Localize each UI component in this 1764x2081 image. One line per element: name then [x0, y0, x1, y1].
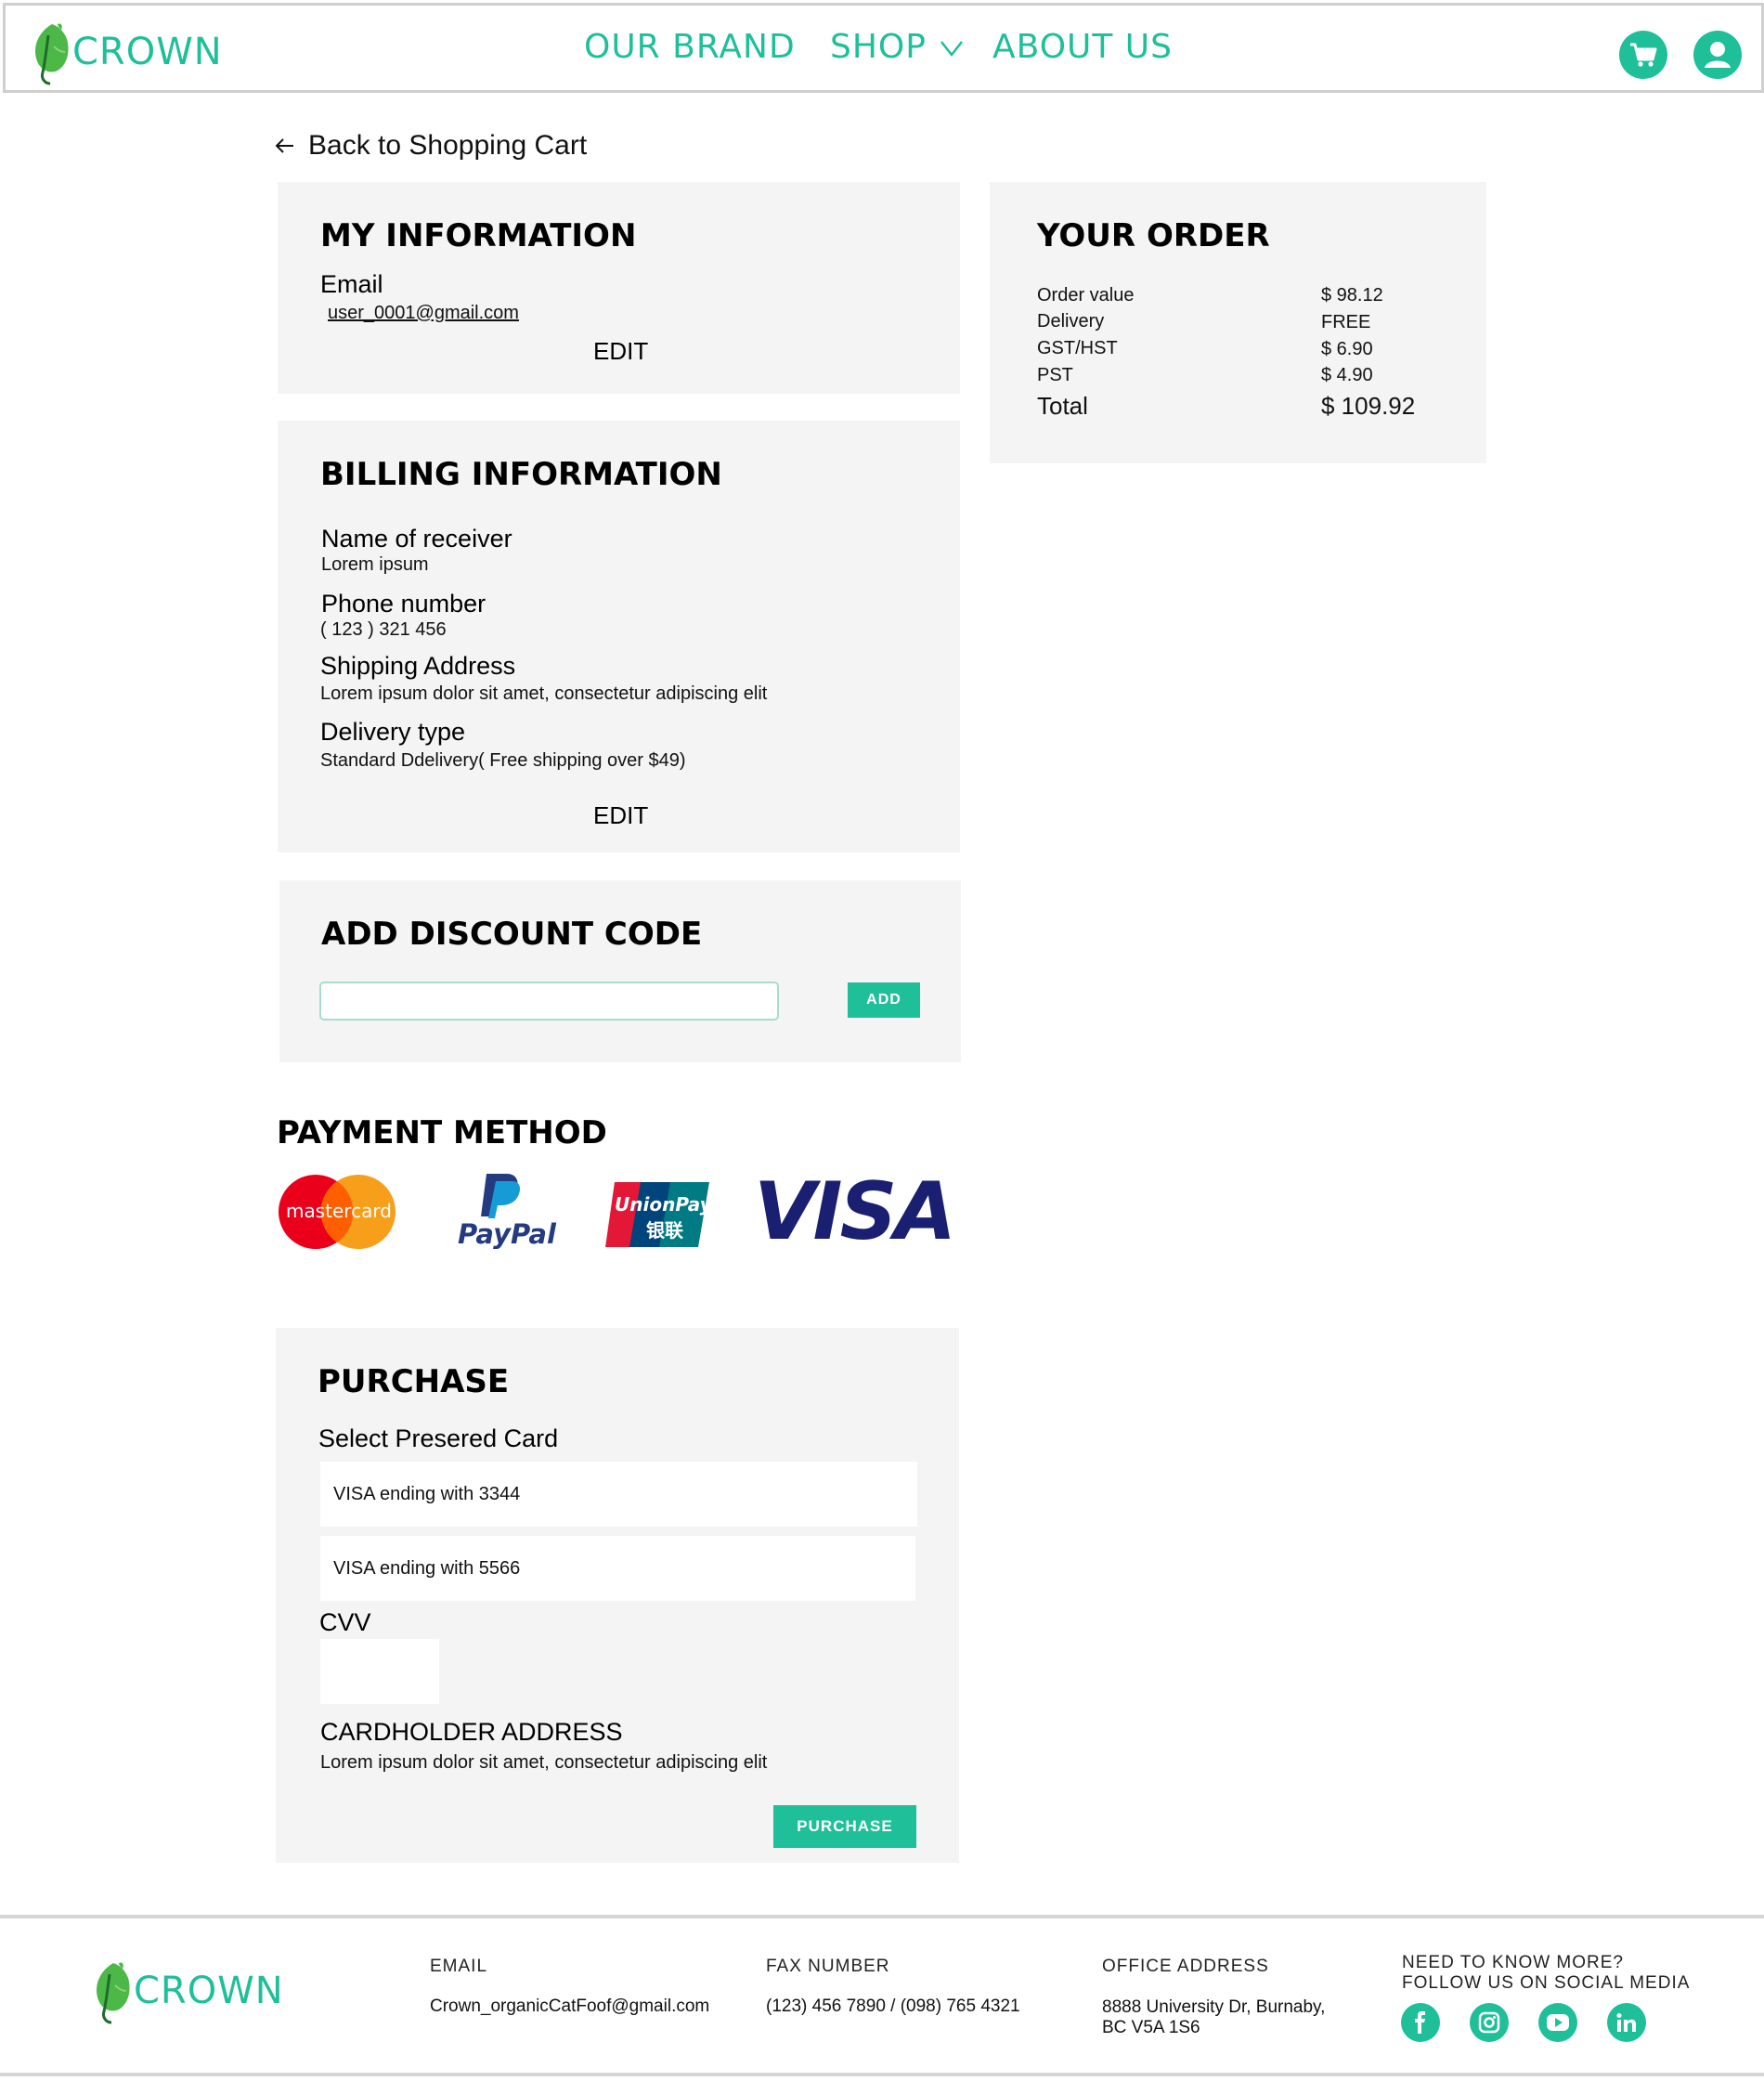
total-label: Total — [1037, 392, 1088, 420]
gst-label: GST/HST — [1037, 338, 1118, 358]
leaf-logo-icon — [34, 23, 69, 85]
delivery-type-label: Delivery type — [320, 718, 466, 746]
linkedin-link[interactable] — [1607, 2003, 1646, 2042]
back-to-cart-link[interactable]: Back to Shopping Cart — [275, 130, 587, 162]
paypal-option[interactable]: PayPal — [455, 1172, 556, 1254]
nav-shop-label: SHOP — [830, 28, 927, 66]
footer-office-heading: OFFICE ADDRESS — [1102, 1957, 1269, 1976]
linkedin-icon — [1616, 2013, 1636, 2032]
edit-my-information-button[interactable]: EDIT — [593, 337, 648, 366]
instagram-icon — [1478, 2011, 1500, 2034]
total-amount: $ 109.92 — [1321, 392, 1416, 420]
mastercard-option[interactable]: mastercard — [277, 1174, 397, 1250]
cvv-input[interactable] — [320, 1639, 439, 1704]
paypal-logo-icon — [481, 1174, 520, 1218]
facebook-link[interactable] — [1401, 2003, 1440, 2042]
footer-logo[interactable]: CROWN — [91, 1957, 284, 2024]
account-button[interactable] — [1693, 31, 1742, 79]
facebook-icon — [1415, 2011, 1425, 2034]
instagram-link[interactable] — [1470, 2003, 1509, 2042]
footer-social-heading-1: NEED TO KNOW MORE? — [1402, 1953, 1624, 1972]
footer-fax-heading: FAX NUMBER — [766, 1957, 890, 1976]
billing-information-title: BILLING INFORMATION — [320, 456, 722, 493]
youtube-icon — [1547, 2014, 1569, 2031]
cart-button[interactable] — [1619, 31, 1667, 79]
saved-card-option[interactable]: VISA ending with 3344 — [320, 1462, 917, 1527]
gst-amount: $ 6.90 — [1321, 339, 1373, 359]
pst-amount: $ 4.90 — [1321, 365, 1373, 385]
phone-value: ( 123 ) 321 456 — [320, 619, 447, 640]
receiver-value: Lorem ipsum — [321, 554, 429, 575]
your-order-panel: YOUR ORDER Order value $ 98.12 Delivery … — [990, 182, 1486, 463]
cart-icon — [1630, 43, 1657, 67]
email-label: Email — [320, 270, 383, 298]
delivery-type-value: Standard Ddelivery( Free shipping over $… — [320, 750, 686, 771]
your-order-title: YOUR ORDER — [1037, 217, 1270, 254]
billing-information-panel: BILLING INFORMATION Name of receiver Lor… — [278, 421, 960, 852]
footer-office-line1: 8888 University Dr, Burnaby, — [1102, 1997, 1326, 2017]
unionpay-option[interactable]: UnionPay 银联 — [603, 1180, 712, 1249]
discount-code-title: ADD DISCOUNT CODE — [321, 916, 703, 953]
chevron-down-icon — [940, 41, 964, 58]
visa-option[interactable]: VISA — [754, 1165, 956, 1258]
purchase-button[interactable]: PURCHASE — [773, 1805, 916, 1848]
purchase-title: PURCHASE — [318, 1363, 510, 1400]
youtube-link[interactable] — [1538, 2003, 1577, 2042]
receiver-label: Name of receiver — [321, 525, 512, 553]
nav-our-brand[interactable]: OUR BRAND — [584, 28, 796, 66]
my-information-title: MY INFORMATION — [320, 217, 637, 254]
delivery-label: Delivery — [1037, 311, 1105, 332]
footer-email-value[interactable]: Crown_organicCatFoof@gmail.com — [430, 1996, 709, 2018]
unionpay-chinese-label: 银联 — [646, 1221, 683, 1242]
footer-email-heading: EMAIL — [430, 1957, 488, 1976]
arrow-left-icon — [275, 138, 293, 153]
purchase-panel: PURCHASE Select Presered Card VISA endin… — [276, 1328, 959, 1863]
footer-fax-value: (123) 456 7890 / (098) 765 4321 — [766, 1996, 1020, 2016]
paypal-label: PayPal — [458, 1218, 556, 1250]
email-value: user_0001@gmail.com — [328, 303, 519, 323]
cardholder-address-label: CARDHOLDER ADDRESS — [320, 1718, 623, 1746]
phone-label: Phone number — [321, 590, 486, 618]
add-discount-button[interactable]: ADD — [848, 982, 920, 1018]
shipping-address-label: Shipping Address — [320, 652, 516, 680]
pst-label: PST — [1037, 365, 1073, 385]
cvv-label: CVV — [319, 1608, 371, 1636]
user-icon — [1705, 42, 1731, 68]
unionpay-label: UnionPay — [615, 1193, 712, 1216]
saved-card-option[interactable]: VISA ending with 5566 — [320, 1536, 915, 1601]
discount-code-input[interactable] — [319, 982, 779, 1021]
footer: CROWN EMAIL Crown_organicCatFoof@gmail.c… — [0, 1915, 1764, 2076]
delivery-amount: FREE — [1321, 312, 1371, 332]
order-value-label: Order value — [1037, 285, 1135, 306]
cardholder-address-value: Lorem ipsum dolor sit amet, consectetur … — [320, 1752, 768, 1773]
nav-about-us[interactable]: ABOUT US — [992, 28, 1173, 66]
footer-brand-name: CROWN — [134, 1970, 284, 2012]
mastercard-label: mastercard — [286, 1200, 392, 1222]
back-link-label: Back to Shopping Cart — [308, 130, 588, 161]
payment-method-title: PAYMENT METHOD — [277, 1114, 607, 1151]
header-logo[interactable]: CROWN — [30, 19, 223, 85]
nav-shop[interactable]: SHOP — [830, 28, 964, 66]
edit-billing-button[interactable]: EDIT — [593, 801, 648, 830]
leaf-logo-icon — [96, 1962, 130, 2024]
visa-label: VISA — [754, 1165, 956, 1258]
order-value-amount: $ 98.12 — [1321, 285, 1383, 306]
shipping-address-value: Lorem ipsum dolor sit amet, consectetur … — [320, 683, 768, 704]
brand-name: CROWN — [72, 31, 223, 73]
discount-code-panel: ADD DISCOUNT CODE ADD — [279, 880, 961, 1062]
top-navigation-bar: CROWN OUR BRAND SHOP ABOUT US — [3, 3, 1764, 93]
select-card-label: Select Presered Card — [318, 1424, 559, 1452]
footer-office-line2: BC V5A 1S6 — [1102, 2018, 1200, 2037]
footer-social-heading-2: FOLLOW US ON SOCIAL MEDIA — [1402, 1973, 1691, 1993]
my-information-panel: MY INFORMATION Email user_0001@gmail.com… — [278, 182, 960, 394]
